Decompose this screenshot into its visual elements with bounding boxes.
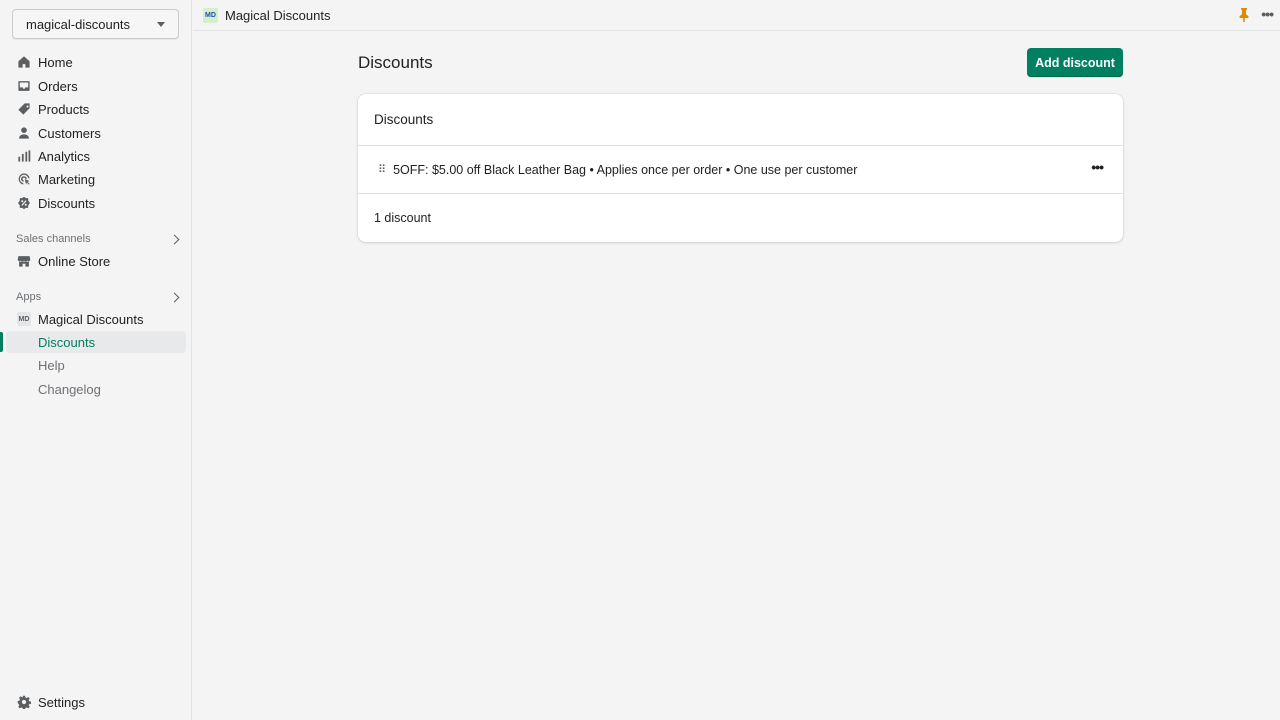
sidebar-item-magical-discounts[interactable]: MD Magical Discounts [0, 308, 186, 330]
divider [358, 193, 1123, 194]
sidebar-subitem-label: Changelog [38, 381, 101, 397]
sidebar-item-label: Marketing [38, 171, 96, 187]
add-discount-button[interactable]: Add discount [1027, 48, 1123, 77]
store-name: magical-discounts [26, 16, 131, 32]
target-icon [17, 172, 31, 186]
app-logo-text: MD [205, 11, 216, 19]
sidebar-item-label: Analytics [38, 148, 91, 164]
active-indicator [0, 332, 3, 352]
discount-badge-icon [17, 196, 31, 210]
more-actions-icon[interactable]: ••• [1261, 6, 1274, 22]
discount-count: 1 discount [374, 211, 431, 225]
sidebar-item-label: Magical Discounts [38, 311, 144, 327]
home-icon [17, 55, 31, 69]
row-actions-icon[interactable]: ••• [1091, 159, 1104, 175]
sidebar-subitem-changelog[interactable]: Changelog [6, 378, 186, 400]
sales-channels-section[interactable]: Sales channels [16, 233, 180, 245]
sidebar-subitem-label: Help [38, 357, 65, 373]
sidebar-item-products[interactable]: Products [0, 98, 186, 120]
pin-icon[interactable] [1238, 8, 1250, 27]
sidebar-item-orders[interactable]: Orders [0, 75, 186, 97]
chevron-right-icon[interactable] [169, 234, 180, 244]
app-title: Magical Discounts [225, 7, 331, 23]
sidebar-item-online-store[interactable]: Online Store [0, 250, 186, 272]
sidebar-subitem-discounts[interactable]: Discounts [6, 331, 186, 353]
bar-chart-icon [17, 149, 31, 163]
gear-icon [17, 695, 31, 709]
sidebar-item-customers[interactable]: Customers [0, 122, 186, 144]
section-label: Sales channels [16, 233, 91, 245]
section-label: Apps [16, 291, 42, 303]
drag-handle-icon[interactable]: ⠿ [378, 163, 386, 176]
discount-row[interactable]: ⠿ 5OFF: $5.00 off Black Leather Bag • Ap… [358, 146, 1123, 193]
app-icon-text: MD [17, 312, 31, 326]
sidebar-item-label: Online Store [38, 253, 111, 269]
sidebar: magical-discounts Home Orders Products C… [0, 0, 192, 720]
sidebar-item-marketing[interactable]: Marketing [0, 168, 186, 190]
sidebar-item-label: Settings [38, 694, 85, 710]
page-title: Discounts [358, 53, 433, 72]
discounts-card: Discounts ⠿ 5OFF: $5.00 off Black Leathe… [358, 94, 1123, 242]
app-logo-icon: MD [203, 7, 218, 23]
app-topbar: MD Magical Discounts ••• [193, 0, 1280, 31]
chevron-right-icon[interactable] [169, 292, 180, 302]
sidebar-item-label: Products [38, 101, 90, 117]
store-selector[interactable]: magical-discounts [12, 9, 179, 39]
sidebar-item-settings[interactable]: Settings [0, 691, 186, 713]
card-title: Discounts [374, 112, 434, 127]
store-icon [17, 254, 31, 268]
sidebar-item-label: Home [38, 54, 73, 70]
discount-summary: 5OFF: $5.00 off Black Leather Bag • Appl… [393, 162, 858, 177]
sidebar-subitem-label: Discounts [38, 334, 96, 350]
sidebar-item-label: Discounts [38, 195, 96, 211]
person-icon [17, 126, 31, 140]
sidebar-item-label: Customers [38, 125, 101, 141]
caret-down-icon [157, 21, 165, 27]
sidebar-item-analytics[interactable]: Analytics [0, 145, 186, 167]
inbox-icon [17, 79, 31, 93]
sidebar-item-discounts[interactable]: Discounts [0, 192, 186, 214]
sidebar-subitem-help[interactable]: Help [6, 354, 186, 376]
apps-section[interactable]: Apps [16, 291, 180, 303]
app-icon: MD [17, 312, 31, 326]
sidebar-item-label: Orders [38, 78, 78, 94]
tag-icon [17, 102, 31, 116]
sidebar-item-home[interactable]: Home [0, 51, 186, 73]
